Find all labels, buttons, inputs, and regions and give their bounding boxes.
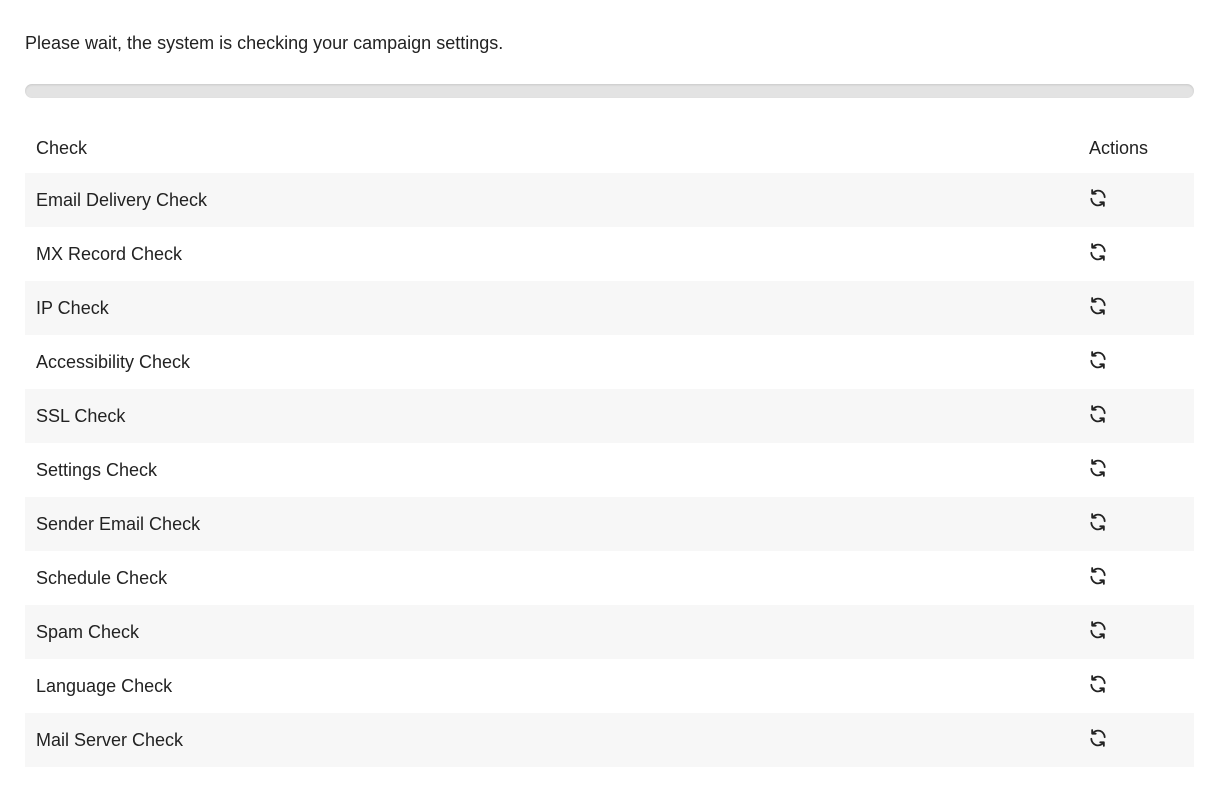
table-row: Spam Check [25, 605, 1194, 659]
status-message: Please wait, the system is checking your… [25, 33, 504, 53]
check-name: Sender Email Check [36, 513, 201, 534]
refresh-icon[interactable] [1087, 565, 1109, 587]
table-row: Mail Server Check [25, 713, 1194, 767]
refresh-icon[interactable] [1087, 349, 1109, 371]
check-actions [1089, 713, 1194, 767]
refresh-icon[interactable] [1087, 727, 1109, 749]
check-name: SSL Check [36, 405, 126, 426]
table-row: Accessibility Check [25, 335, 1194, 389]
check-actions [1089, 551, 1194, 605]
check-actions [1089, 659, 1194, 713]
refresh-icon[interactable] [1087, 511, 1109, 533]
refresh-icon[interactable] [1087, 187, 1109, 209]
check-actions [1089, 497, 1194, 551]
check-actions [1089, 605, 1194, 659]
refresh-icon[interactable] [1087, 403, 1109, 425]
table-row: Schedule Check [25, 551, 1194, 605]
refresh-icon[interactable] [1087, 457, 1109, 479]
check-name: Accessibility Check [36, 351, 191, 372]
table-row: Language Check [25, 659, 1194, 713]
check-name: Mail Server Check [36, 729, 184, 750]
refresh-icon[interactable] [1087, 241, 1109, 263]
check-actions [1089, 227, 1194, 281]
check-name: Spam Check [36, 621, 140, 642]
table-row: IP Check [25, 281, 1194, 335]
progress-bar [25, 84, 1194, 98]
table-row: Settings Check [25, 443, 1194, 497]
table-row: SSL Check [25, 389, 1194, 443]
check-name: Settings Check [36, 459, 158, 480]
check-actions [1089, 173, 1194, 227]
table-row: MX Record Check [25, 227, 1194, 281]
check-actions [1089, 281, 1194, 335]
check-actions [1089, 443, 1194, 497]
refresh-icon[interactable] [1087, 295, 1109, 317]
checks-table: Check Actions Email Delivery Check MX Rec… [25, 123, 1194, 767]
refresh-icon[interactable] [1087, 673, 1109, 695]
check-actions [1089, 389, 1194, 443]
check-name: IP Check [36, 297, 109, 318]
table-header-row: Check Actions [25, 123, 1194, 173]
check-name: Schedule Check [36, 567, 168, 588]
table-row: Email Delivery Check [25, 173, 1194, 227]
check-name: MX Record Check [36, 243, 183, 264]
campaign-check-page: Please wait, the system is checking your… [0, 0, 1212, 807]
check-name: Email Delivery Check [36, 189, 208, 210]
check-name: Language Check [36, 675, 173, 696]
table-row: Sender Email Check [25, 497, 1194, 551]
checks-table-body: Email Delivery Check MX Record Check IP Ch… [25, 173, 1194, 767]
check-actions [1089, 335, 1194, 389]
column-header-check: Check [36, 137, 88, 158]
column-header-actions: Actions [1089, 137, 1149, 158]
refresh-icon[interactable] [1087, 619, 1109, 641]
